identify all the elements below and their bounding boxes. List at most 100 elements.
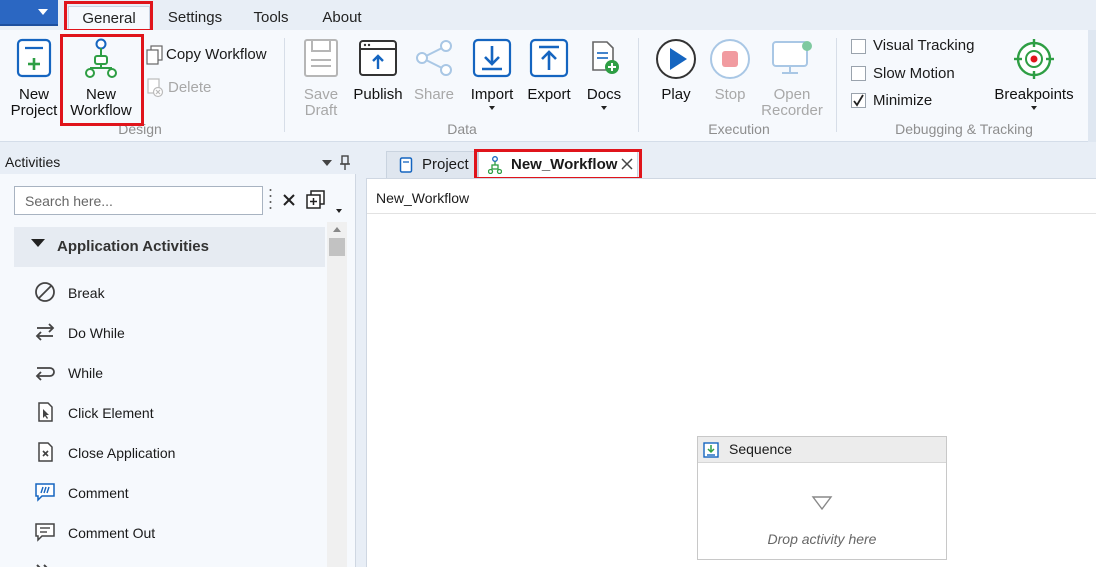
tab-tools[interactable]: Tools bbox=[244, 6, 298, 30]
project-icon bbox=[399, 157, 413, 173]
drop-hint: Drop activity here bbox=[767, 531, 877, 547]
clear-search-icon[interactable] bbox=[282, 193, 296, 207]
stop-button[interactable]: Stop bbox=[706, 36, 754, 116]
caret-down-icon bbox=[1031, 106, 1037, 110]
breadcrumb-item[interactable]: New_Workflow bbox=[376, 190, 469, 206]
docs-button[interactable]: Docs bbox=[582, 36, 626, 116]
save-draft-button[interactable]: Save Draft bbox=[298, 36, 344, 119]
tab-general[interactable]: General bbox=[68, 6, 150, 30]
scrollbar-thumb[interactable] bbox=[329, 238, 345, 256]
search-input[interactable] bbox=[14, 186, 263, 215]
category-application-activities[interactable]: Application Activities bbox=[14, 227, 325, 267]
activities-scrollbar[interactable] bbox=[327, 222, 347, 567]
separator bbox=[284, 38, 285, 132]
copy-workflow-label: Copy Workflow bbox=[166, 46, 267, 63]
click-element-icon bbox=[38, 402, 53, 422]
activity-label: Do While bbox=[68, 325, 125, 341]
new-project-button[interactable]: New Project bbox=[8, 36, 60, 119]
activity-comment-out[interactable]: Comment Out bbox=[34, 521, 324, 545]
activity-label: Click Element bbox=[68, 405, 154, 421]
breakpoints-icon bbox=[1014, 39, 1054, 79]
new-workflow-icon bbox=[85, 38, 117, 78]
breakpoints-label: Breakpoints bbox=[994, 86, 1074, 103]
minimize-label: Minimize bbox=[873, 92, 933, 109]
close-tab-icon[interactable] bbox=[621, 158, 633, 170]
publish-icon bbox=[359, 40, 397, 76]
stop-label: Stop bbox=[714, 86, 746, 103]
ribbon-scroll-edge bbox=[1088, 30, 1096, 142]
share-label: Share bbox=[413, 86, 455, 103]
tab-project-label: Project bbox=[422, 156, 469, 173]
while-icon bbox=[35, 367, 55, 381]
grip-handle[interactable] bbox=[269, 186, 272, 214]
play-button[interactable]: Play bbox=[652, 36, 700, 116]
export-icon bbox=[529, 38, 569, 78]
pane-menu-caret-icon[interactable] bbox=[322, 160, 332, 166]
toolbar-overflow-caret-icon[interactable] bbox=[336, 209, 342, 213]
visual-tracking-checkbox[interactable] bbox=[851, 39, 866, 54]
export-button[interactable]: Export bbox=[522, 36, 576, 116]
breakpoints-button[interactable]: Breakpoints bbox=[990, 36, 1078, 116]
new-project-icon bbox=[16, 38, 52, 78]
tab-project[interactable]: Project bbox=[386, 151, 478, 178]
chevrons-icon bbox=[36, 564, 48, 567]
break-icon bbox=[35, 282, 55, 302]
tab-new-workflow-label: New_Workflow bbox=[511, 156, 618, 173]
copy-workflow-button[interactable]: Copy Workflow bbox=[146, 45, 276, 65]
activity-label: Close Application bbox=[68, 445, 176, 461]
delete-button[interactable]: Delete bbox=[146, 78, 246, 98]
play-icon bbox=[656, 39, 696, 79]
export-label: Export bbox=[527, 86, 571, 103]
new-project-label: New Project bbox=[10, 86, 58, 119]
sequence-activity[interactable]: Sequence Drop activity here bbox=[697, 436, 947, 560]
activity-do-while[interactable]: Do While bbox=[34, 321, 324, 345]
new-workflow-button[interactable]: New Workflow bbox=[64, 36, 138, 119]
share-icon bbox=[416, 40, 452, 76]
sequence-header[interactable]: Sequence bbox=[698, 437, 946, 463]
caret-down-icon bbox=[601, 106, 607, 110]
sequence-icon bbox=[703, 442, 719, 458]
activity-label: Break bbox=[68, 285, 105, 301]
tab-new-workflow[interactable]: New_Workflow bbox=[478, 151, 638, 178]
publish-button[interactable]: Publish bbox=[350, 36, 406, 116]
activity-label: While bbox=[68, 365, 104, 381]
activity-label: Comment bbox=[68, 485, 129, 501]
import-button[interactable]: Import bbox=[464, 36, 520, 116]
tab-about[interactable]: About bbox=[312, 6, 372, 30]
open-recorder-button[interactable]: Open Recorder bbox=[758, 36, 826, 119]
publish-label: Publish bbox=[353, 86, 403, 103]
docs-icon bbox=[592, 41, 619, 74]
minimize-checkbox[interactable] bbox=[851, 93, 866, 108]
activity-close-application[interactable]: Close Application bbox=[34, 441, 324, 465]
import-label: Import bbox=[470, 86, 514, 103]
activity-comment[interactable]: Comment bbox=[34, 481, 324, 505]
collapse-caret-icon bbox=[31, 239, 45, 247]
tab-settings[interactable]: Settings bbox=[160, 6, 230, 30]
activities-header: Activities bbox=[0, 152, 356, 174]
comment-out-icon bbox=[35, 523, 55, 542]
recorder-icon bbox=[772, 41, 812, 74]
scroll-up-icon[interactable] bbox=[333, 227, 341, 232]
separator bbox=[836, 38, 837, 132]
caret-down-icon bbox=[38, 9, 48, 15]
activity-click-element[interactable]: Click Element bbox=[34, 401, 324, 425]
caret-down-icon bbox=[489, 106, 495, 110]
activity-while[interactable]: While bbox=[34, 361, 324, 385]
sequence-title: Sequence bbox=[729, 441, 793, 457]
slow-motion-checkbox[interactable] bbox=[851, 66, 866, 81]
activity-break[interactable]: Break bbox=[34, 281, 324, 305]
docs-label: Docs bbox=[586, 86, 622, 103]
pin-icon[interactable] bbox=[339, 155, 351, 171]
expand-all-icon[interactable] bbox=[306, 190, 326, 210]
copy-icon bbox=[146, 45, 163, 65]
checkmark-icon bbox=[853, 94, 864, 107]
slow-motion-label: Slow Motion bbox=[873, 65, 955, 82]
group-label-execution: Execution bbox=[708, 121, 770, 137]
delete-icon bbox=[147, 78, 164, 98]
share-button[interactable]: Share bbox=[410, 36, 458, 116]
group-label-debugging: Debugging & Tracking bbox=[895, 121, 1033, 137]
activity-next-partial[interactable] bbox=[34, 561, 324, 567]
application-menu-button[interactable] bbox=[0, 0, 58, 26]
ribbon: New Project New Workflow Copy Workflow D… bbox=[0, 30, 1088, 142]
new-workflow-label: New Workflow bbox=[70, 86, 132, 119]
